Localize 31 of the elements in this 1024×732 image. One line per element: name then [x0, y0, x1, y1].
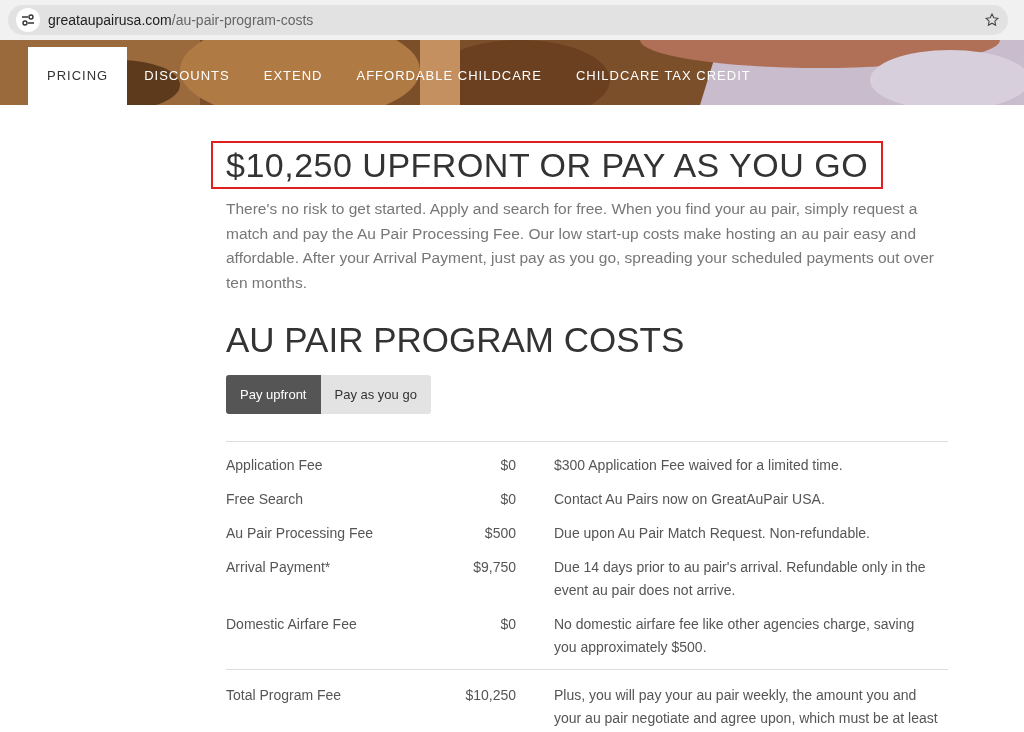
bookmark-star-icon[interactable] [984, 12, 1000, 28]
cost-label: Au Pair Processing Fee [226, 524, 375, 543]
cost-note: $300 Application Fee waived for a limited time. [554, 456, 844, 475]
cost-amount: $10,250 [464, 686, 516, 705]
cost-label: Free Search [226, 490, 305, 509]
headline: $10,250 UPFRONT OR PAY AS YOU GO [211, 141, 884, 189]
cost-label: Application Fee [226, 456, 324, 475]
cost-label: Arrival Payment* [226, 558, 332, 577]
section-title: AU PAIR PROGRAM COSTS [226, 319, 686, 361]
cost-note: Due upon Au Pair Match Request. Non-refundable. [554, 524, 871, 543]
site-settings-icon[interactable] [16, 8, 40, 32]
cost-label: Domestic Airfare Fee [226, 615, 358, 634]
nav-tab[interactable]: AFFORDABLE CHILDCARE [339, 47, 559, 105]
cost-note: Due 14 days prior to au pair's arrival. Refundable only in the event au pair does not arrive. [554, 558, 927, 600]
address-bar[interactable]: greataupairusa.com/au-pair-program-costs [8, 5, 1008, 35]
cost-amount: $0 [499, 615, 516, 634]
cost-amount: $0 [499, 456, 516, 475]
intro-paragraph: There's no risk to get started. Apply and search for free. When you find your au pair, simply request a match and pay the Au Pair Processing Fee. Our low start-up costs make hosting an au pair easy and affordable. After your Arrival Payment, just pay as you go, spreading your scheduled payments out over ten months. [226, 199, 935, 293]
cost-label: Total Program Fee [226, 686, 343, 705]
url-path: /au-pair-program-costs [171, 11, 314, 28]
cost-amount: $0 [499, 490, 516, 509]
cost-amount: $500 [483, 524, 516, 543]
cost-note: No domestic airfare fee like other agencies charge, saving you approximately $500. [554, 615, 916, 657]
url-host: greataupairusa.com [48, 11, 172, 28]
nav-tab[interactable]: DISCOUNTS [127, 47, 247, 105]
nav-tab[interactable]: PRICING [28, 47, 128, 105]
payment-toggle-button[interactable]: Pay as you go [320, 375, 431, 414]
cost-note: Plus, you will pay your au pair weekly, the amount you and your au pair negotiate and agree upon, which must be at least [554, 686, 939, 728]
cost-amount: $9,750 [472, 558, 516, 577]
payment-toggle-button[interactable]: Pay upfront [226, 375, 321, 414]
cost-note: Contact Au Pairs now on GreatAuPair USA. [554, 490, 826, 509]
